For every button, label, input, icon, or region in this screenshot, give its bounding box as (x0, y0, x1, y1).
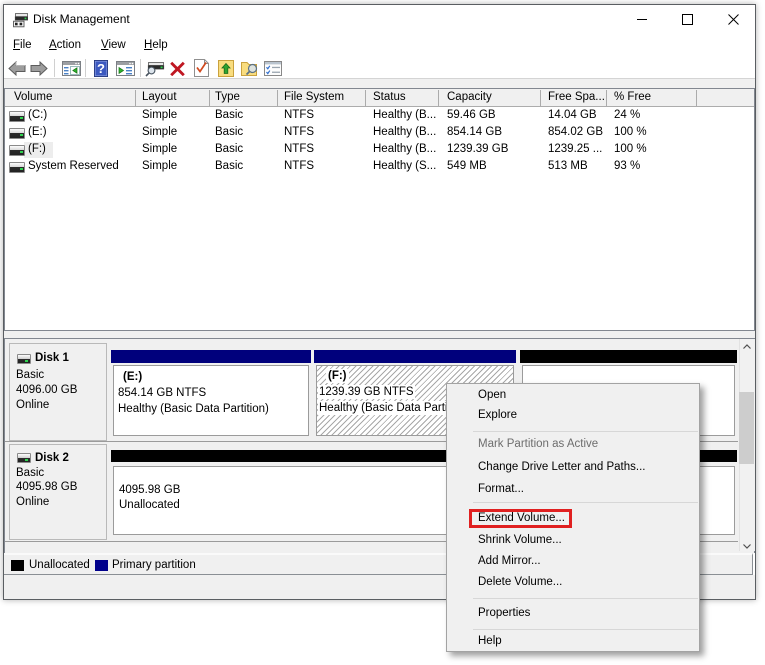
svg-text:?: ? (97, 61, 105, 76)
